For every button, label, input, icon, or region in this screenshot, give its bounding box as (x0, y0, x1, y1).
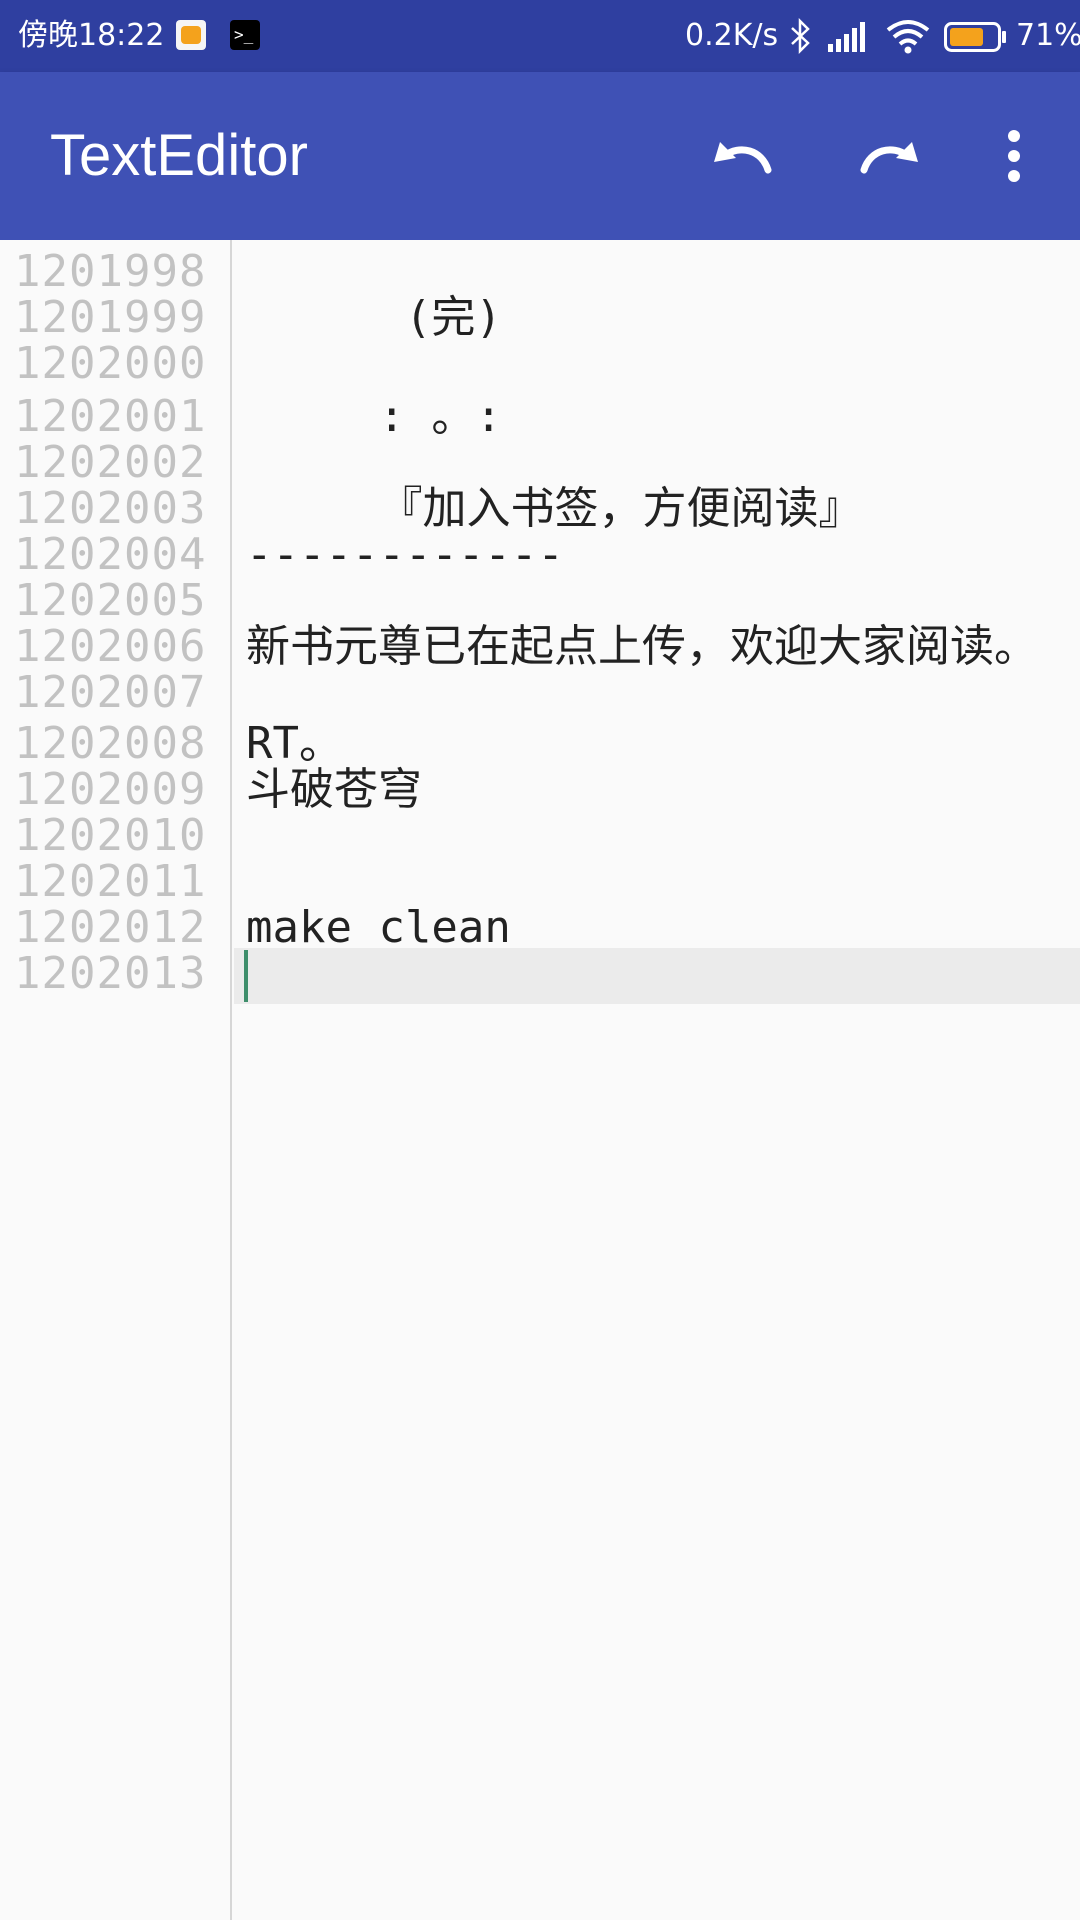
network-speed: 0.2K/s (685, 18, 779, 53)
wifi-icon (886, 18, 930, 58)
undo-button[interactable] (704, 116, 784, 196)
signal-icon (828, 22, 872, 56)
text-line[interactable]: 斗破苍穹 (246, 762, 422, 818)
text-line[interactable]: make clean (246, 900, 511, 956)
more-vert-icon (1008, 130, 1020, 182)
battery-icon (944, 22, 1008, 56)
app-title: TextEditor (50, 123, 308, 188)
text-line[interactable]: (完) (246, 290, 502, 346)
text-line[interactable]: : 。: (246, 389, 501, 445)
bluetooth-icon (788, 17, 814, 58)
terminal-icon: >_ (230, 20, 260, 50)
text-editor[interactable]: 1201998 1201999 1202000 1202001 1202002 12020… (0, 240, 1080, 1920)
app-bar: TextEditor (0, 72, 1080, 240)
line-number: 1202007 (14, 667, 207, 718)
redo-button[interactable] (848, 116, 928, 196)
status-bar: 傍晚18:22 >_ 0.2K/s 71% (0, 0, 1080, 72)
battery-percent: 71% (1016, 18, 1080, 53)
status-time: 傍晚18:22 (18, 18, 165, 53)
undo-icon (714, 142, 772, 174)
line-number: 1202000 (14, 338, 207, 389)
line-number: 1202013 (14, 948, 207, 999)
app-notification-icon (176, 20, 206, 50)
text-line[interactable]: ------------ (246, 527, 564, 583)
more-options-button[interactable] (974, 116, 1054, 196)
text-line[interactable]: 新书元尊已在起点上传，欢迎大家阅读。 (246, 619, 1038, 675)
current-line-highlight (234, 948, 1080, 1004)
line-number-gutter: 1201998 1201999 1202000 1202001 1202002 12020… (0, 240, 232, 1920)
redo-icon (860, 142, 918, 174)
text-cursor (244, 950, 248, 1002)
